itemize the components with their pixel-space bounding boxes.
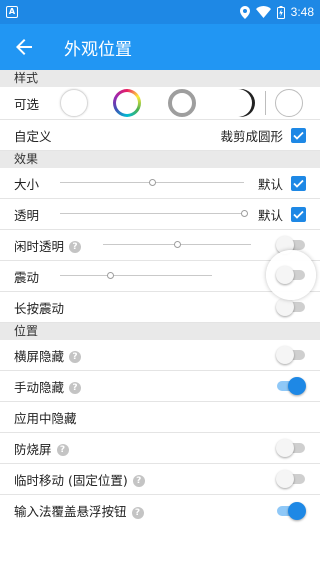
opacity-default-label: 默认 (257, 207, 283, 223)
notification-icon: A (6, 6, 18, 18)
long-press-vibrate-row[interactable]: 长按震动 (0, 292, 320, 323)
size-slider[interactable] (60, 177, 244, 189)
style-options-row: 可选 (0, 87, 320, 120)
section-header-position: 位置 (0, 323, 320, 340)
vibrate-switch[interactable] (276, 266, 306, 284)
temp-move-switch[interactable] (276, 470, 306, 488)
selectable-label: 可选 (14, 96, 40, 112)
landscape-hide-row[interactable]: 横屏隐藏? (0, 340, 320, 371)
opacity-label: 透明 (14, 207, 40, 223)
page-title: 外观位置 (64, 39, 132, 60)
vibrate-slider-thumb[interactable] (107, 272, 115, 279)
help-icon[interactable]: ? (69, 241, 82, 253)
idle-opacity-slider-thumb[interactable] (174, 241, 181, 248)
crop-circle-checkbox[interactable] (291, 127, 306, 143)
size-default-label: 默认 (257, 176, 283, 192)
crop-circle-label: 裁剪成圆形 (220, 128, 283, 144)
section-header-style: 样式 (0, 70, 320, 87)
app-bar: 外观位置 (0, 24, 320, 70)
vibrate-row: 震动 (0, 250, 320, 300)
help-icon[interactable]: ? (69, 382, 82, 394)
temp-move-row[interactable]: 临时移动 (固定位置)? (0, 464, 320, 495)
in-app-hide-label: 应用中隐藏 (14, 410, 77, 426)
battery-icon (276, 5, 285, 19)
in-app-hide-row[interactable]: 应用中隐藏 (0, 402, 320, 433)
opacity-row: 透明 默认 (0, 199, 320, 230)
help-icon[interactable]: ? (69, 351, 82, 363)
check-icon (293, 131, 304, 140)
clock: 3:48 (290, 5, 314, 19)
vibrate-slider[interactable] (60, 270, 212, 282)
ime-cover-label: 输入法覆盖悬浮按钮? (14, 501, 144, 520)
style-option-plain[interactable] (60, 89, 88, 117)
manual-hide-label: 手动隐藏? (14, 377, 82, 396)
help-icon[interactable]: ? (132, 475, 145, 487)
size-slider-thumb[interactable] (149, 179, 156, 186)
touch-ripple (266, 250, 316, 300)
style-option-gray-ring[interactable] (168, 89, 196, 117)
style-divider (265, 91, 266, 115)
temp-move-label: 临时移动 (固定位置)? (14, 470, 145, 489)
anti-burn-label: 防烧屏? (14, 439, 69, 458)
ime-cover-switch[interactable] (276, 501, 306, 520)
ime-cover-row[interactable]: 输入法覆盖悬浮按钮? (0, 495, 320, 526)
manual-hide-row[interactable]: 手动隐藏? (0, 371, 320, 402)
landscape-hide-label: 横屏隐藏? (14, 346, 82, 365)
size-label: 大小 (14, 176, 40, 192)
opacity-slider[interactable] (60, 208, 248, 220)
anti-burn-row[interactable]: 防烧屏? (0, 433, 320, 464)
opacity-slider-thumb[interactable] (241, 210, 248, 217)
section-header-effect: 效果 (0, 151, 320, 168)
long-press-vibrate-label: 长按震动 (14, 300, 65, 316)
check-icon (293, 210, 304, 219)
custom-label: 自定义 (14, 128, 52, 144)
idle-opacity-row: 闲时透明? (0, 230, 320, 261)
custom-row[interactable]: 自定义 裁剪成圆形 (0, 120, 320, 151)
settings-list: 样式 可选 自定义 裁剪成圆形 效果 大小 默认 透明 默认 闲时透明 ? 震动… (0, 70, 320, 526)
wifi-icon (255, 6, 271, 18)
back-button[interactable] (0, 24, 48, 70)
status-bar: A 3:48 (0, 0, 320, 24)
arrow-back-icon (16, 39, 32, 55)
check-icon (293, 179, 304, 188)
style-option-rainbow[interactable] (113, 89, 141, 117)
location-icon (239, 5, 250, 19)
landscape-hide-switch[interactable] (276, 346, 306, 364)
help-icon[interactable]: ? (131, 506, 144, 519)
idle-opacity-slider[interactable] (103, 239, 251, 251)
idle-opacity-label: 闲时透明? (14, 236, 103, 255)
opacity-default-checkbox[interactable] (291, 206, 306, 222)
manual-hide-switch[interactable] (276, 377, 306, 395)
help-icon[interactable]: ? (56, 444, 69, 456)
anti-burn-switch[interactable] (276, 439, 306, 457)
vibrate-label: 震动 (14, 269, 40, 285)
long-press-vibrate-switch[interactable] (276, 298, 306, 316)
style-option-half-shadow[interactable] (224, 89, 252, 117)
size-row: 大小 默认 (0, 168, 320, 199)
style-option-custom[interactable] (275, 89, 303, 117)
size-default-checkbox[interactable] (291, 175, 306, 191)
